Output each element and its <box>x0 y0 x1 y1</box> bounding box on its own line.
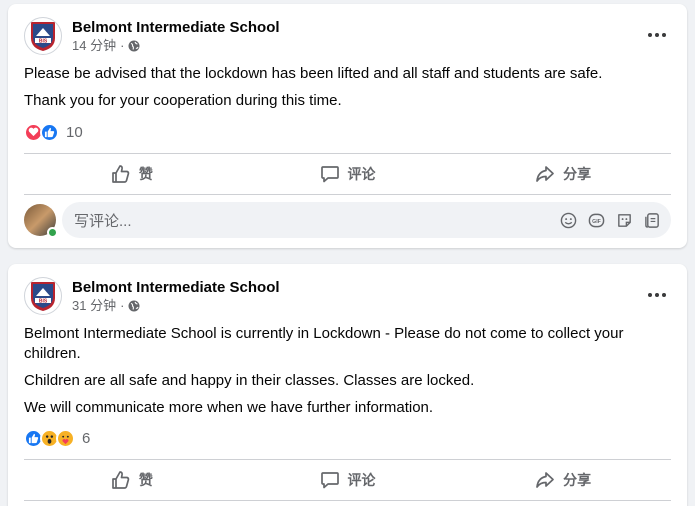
more-icon-dot <box>662 293 666 297</box>
post-header: BIS Belmont Intermediate School 14 分钟 · <box>24 16 280 56</box>
thumbs-up-icon <box>111 471 130 489</box>
school-crest-icon: BIS <box>31 22 55 51</box>
more-icon-dot <box>662 33 666 37</box>
action-bar: 赞 评论 分享 <box>24 156 671 192</box>
post-paragraph: Belmont Intermediate School is currently… <box>24 325 624 362</box>
comment-button[interactable]: 评论 <box>240 462 456 498</box>
comment-placeholder: 写评论... <box>74 212 132 230</box>
share-label: 分享 <box>563 166 592 182</box>
timestamp[interactable]: 14 分钟 <box>72 37 116 54</box>
svg-text:GIF: GIF <box>592 218 601 224</box>
divider <box>24 194 671 195</box>
post-paragraph: Children are all safe and happy in their… <box>24 372 475 389</box>
emoji-icon[interactable] <box>559 211 577 229</box>
school-logo-avatar[interactable]: BIS <box>24 17 62 55</box>
post-meta: Belmont Intermediate School 14 分钟 · <box>72 18 280 54</box>
reactions-summary[interactable]: 6 <box>24 428 90 448</box>
like-button[interactable]: 赞 <box>24 156 240 192</box>
like-icon <box>40 122 59 142</box>
comment-label: 评论 <box>347 472 376 488</box>
post-paragraph: Please be advised that the lockdown has … <box>24 65 603 82</box>
user-avatar[interactable] <box>24 204 58 238</box>
share-icon <box>536 472 555 488</box>
post-card: BIS Belmont Intermediate School 14 分钟 · … <box>8 4 687 248</box>
share-button[interactable]: 分享 <box>455 156 671 192</box>
comment-input[interactable]: 写评论... GIF <box>62 202 671 238</box>
reaction-count[interactable]: 6 <box>82 430 90 447</box>
school-logo-avatar[interactable]: BIS <box>24 277 62 315</box>
avatar-sticker-icon[interactable] <box>643 211 661 229</box>
reactions-summary[interactable]: 10 <box>24 122 83 142</box>
post-header: BIS Belmont Intermediate School 31 分钟 · <box>24 276 280 316</box>
post-body: Please be advised that the lockdown has … <box>24 64 671 118</box>
timestamp[interactable]: 31 分钟 <box>72 297 116 314</box>
reaction-count[interactable]: 10 <box>66 124 83 141</box>
author-name[interactable]: Belmont Intermediate School <box>72 278 280 297</box>
divider <box>24 459 671 460</box>
comment-tools: GIF <box>559 211 661 229</box>
share-label: 分享 <box>563 472 592 488</box>
more-icon <box>648 293 652 297</box>
divider <box>24 500 671 501</box>
online-status-dot <box>47 227 58 238</box>
gif-icon[interactable]: GIF <box>587 211 605 229</box>
comment-icon <box>320 166 339 183</box>
time-separator: · <box>120 298 125 313</box>
thumbs-up-icon <box>111 165 130 183</box>
more-options-button[interactable] <box>643 284 671 306</box>
share-button[interactable]: 分享 <box>455 462 671 498</box>
share-icon <box>536 166 555 182</box>
more-icon <box>648 33 652 37</box>
svg-text:BIS: BIS <box>39 299 48 305</box>
school-crest-icon: BIS <box>31 282 55 311</box>
divider <box>24 153 671 154</box>
post-meta: Belmont Intermediate School 31 分钟 · <box>72 278 280 314</box>
post-paragraph: We will communicate more when we have fu… <box>24 399 434 416</box>
more-icon-dot <box>655 293 659 297</box>
post-time: 14 分钟 · <box>72 37 280 54</box>
sticker-icon[interactable] <box>615 211 633 229</box>
care-icon <box>56 428 75 448</box>
action-bar: 赞 评论 分享 <box>24 462 671 498</box>
author-name[interactable]: Belmont Intermediate School <box>72 18 280 37</box>
svg-text:BIS: BIS <box>39 39 48 45</box>
post-card: BIS Belmont Intermediate School 31 分钟 · … <box>8 264 687 506</box>
globe-icon <box>128 300 140 311</box>
comment-button[interactable]: 评论 <box>240 156 456 192</box>
like-label: 赞 <box>138 472 153 488</box>
more-options-button[interactable] <box>643 24 671 46</box>
like-button[interactable]: 赞 <box>24 462 240 498</box>
post-body: Belmont Intermediate School is currently… <box>24 324 671 425</box>
time-separator: · <box>120 38 125 53</box>
like-label: 赞 <box>138 166 153 182</box>
comment-icon <box>320 472 339 489</box>
post-paragraph: Thank you for your cooperation during th… <box>24 92 342 109</box>
globe-icon <box>128 40 140 51</box>
post-time: 31 分钟 · <box>72 297 280 314</box>
more-icon-dot <box>655 33 659 37</box>
comment-label: 评论 <box>347 166 376 182</box>
comment-composer: 写评论... GIF <box>24 202 671 238</box>
